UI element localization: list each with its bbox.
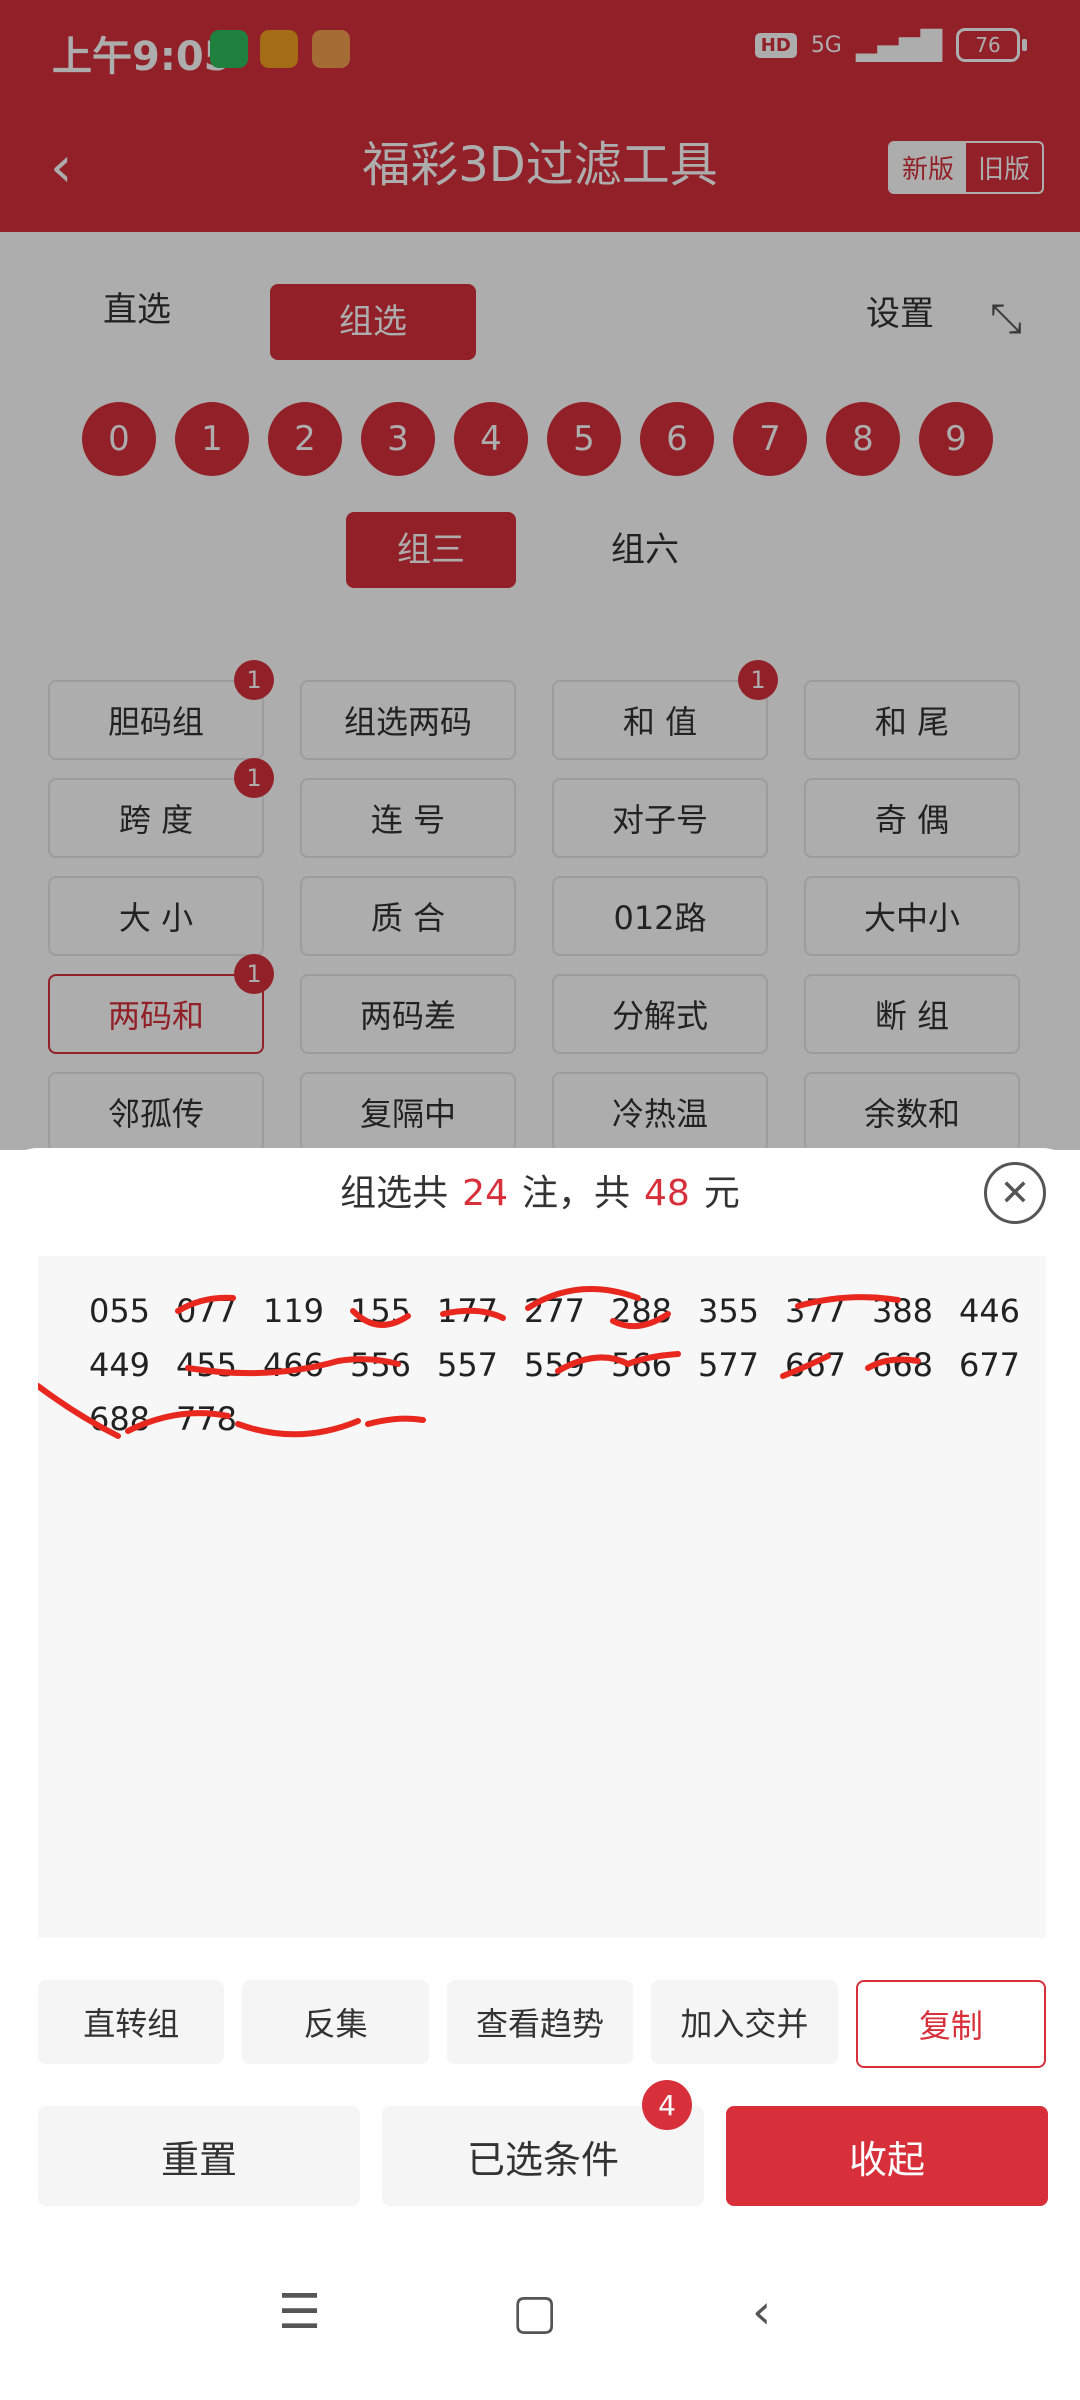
bottom-action-bar: 重置 已选条件 4 收起: [0, 2080, 1080, 2218]
action-row: 直转组 反集 查看趋势 加入交并 复制: [38, 1980, 1047, 2068]
system-nav-bar: ☰ ▢ ‹: [0, 2240, 1080, 2400]
summary-prefix: 组选共: [340, 1173, 449, 1214]
result-summary: 组选共 24 注，共 48 元: [0, 1164, 1080, 1216]
result-sheet: 组选共 24 注，共 48 元 ✕ 055 077 119 155 177 277 28…: [0, 1148, 1080, 2400]
strike-stroke: [440, 1307, 506, 1321]
reset-button[interactable]: 重置: [38, 2106, 360, 2206]
strike-stroke: [175, 1294, 236, 1314]
strike-stroke: [795, 1294, 901, 1309]
strike-stroke: [365, 1415, 426, 1427]
strike-stroke: [555, 1351, 681, 1374]
result-list-box: 055 077 119 155 177 277 288 355 377 388 …: [38, 1256, 1046, 1938]
add-cross-button[interactable]: 加入交并: [651, 1980, 838, 2064]
selected-conditions-label: 已选条件: [466, 2137, 619, 2182]
handwritten-strikeouts: [38, 1286, 921, 1439]
strike-stroke: [780, 1353, 831, 1379]
strike-stroke: [125, 1410, 231, 1434]
collapse-button[interactable]: 收起: [726, 2106, 1048, 2206]
trend-button[interactable]: 查看趋势: [446, 1980, 634, 2064]
selected-conditions-button[interactable]: 已选条件 4: [382, 2080, 704, 2206]
strike-stroke: [525, 1286, 641, 1311]
home-icon[interactable]: ▢: [512, 2284, 557, 2340]
to-group-button[interactable]: 直转组: [38, 1980, 225, 2064]
close-icon[interactable]: ✕: [984, 1162, 1046, 1224]
summary-mid: 注，共: [521, 1173, 630, 1214]
strike-stroke: [185, 1356, 401, 1377]
summary-suffix: 元: [703, 1173, 740, 1214]
selected-count-badge: 4: [642, 2080, 692, 2130]
strike-stroke: [235, 1418, 361, 1438]
strike-stroke: [865, 1356, 921, 1371]
inverse-button[interactable]: 反集: [242, 1980, 429, 2064]
strike-stroke: [350, 1308, 411, 1328]
back-nav-icon[interactable]: ‹: [752, 2284, 771, 2340]
dim-overlay[interactable]: [0, 0, 1080, 1150]
menu-icon[interactable]: ☰: [278, 2284, 321, 2340]
strike-stroke: [610, 1311, 671, 1330]
strike-stroke: [38, 1383, 121, 1439]
bet-count: 24: [462, 1173, 508, 1214]
bet-amount: 48: [644, 1173, 690, 1214]
copy-button[interactable]: 复制: [855, 1980, 1047, 2068]
